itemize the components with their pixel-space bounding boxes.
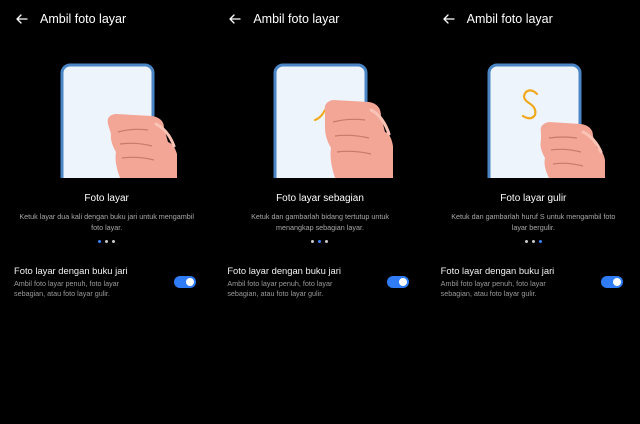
page-dot-3[interactable]	[325, 240, 329, 243]
screen-partial-screenshot: Ambil foto layar Foto layar sebagian Ket…	[213, 0, 426, 424]
card-title: Foto layar sebagian	[276, 193, 364, 204]
page-title: Ambil foto layar	[40, 12, 127, 26]
knuckle-hand	[540, 122, 605, 178]
page-dot-2[interactable]	[318, 240, 322, 243]
card-description: Ketuk dan gambarlah bidang tertutup untu…	[251, 212, 389, 232]
setting-title: Foto layar dengan buku jari	[227, 265, 341, 276]
gesture-illustration	[56, 58, 180, 178]
screen-scrolling-screenshot: Ambil foto layar Foto layar gulir Ketuk …	[427, 0, 640, 424]
page-indicator	[427, 240, 640, 243]
page-indicator	[213, 240, 426, 243]
screen-full-screenshot: Ambil foto layar Foto layar Ketuk layar …	[0, 0, 213, 424]
gesture-illustration	[269, 58, 394, 178]
screens-row: Ambil foto layar Foto layar Ketuk layar …	[0, 0, 640, 424]
page-dot-1[interactable]	[524, 240, 528, 243]
arrow-left-icon	[16, 14, 28, 24]
page-indicator	[0, 240, 213, 243]
page-title: Ambil foto layar	[253, 12, 340, 26]
card-description: Ketuk layar dua kali dengan buku jari un…	[19, 212, 194, 232]
setting-description: Ambil foto layar penuh, foto layar sebag…	[440, 279, 546, 298]
app-bar: Ambil foto layar	[441, 9, 634, 29]
toggle-knob	[399, 278, 408, 286]
arrow-left-icon	[443, 14, 455, 24]
knuckle-hand	[107, 114, 177, 178]
gesture-illustration	[483, 58, 607, 178]
setting-title: Foto layar dengan buku jari	[440, 265, 555, 276]
knuckle-screenshot-toggle[interactable]	[600, 276, 623, 288]
page-dot-2[interactable]	[105, 240, 109, 243]
page-dot-3[interactable]	[112, 240, 116, 243]
page-dot-1[interactable]	[311, 240, 315, 243]
card-title: Foto layar	[84, 193, 129, 204]
card-title: Foto layar gulir	[500, 193, 567, 204]
setting-description: Ambil foto layar penuh, foto layar sebag…	[227, 279, 333, 298]
page-title: Ambil foto layar	[466, 12, 553, 26]
app-bar: Ambil foto layar	[227, 9, 420, 29]
toggle-knob	[186, 278, 194, 286]
knuckle-screenshot-toggle[interactable]	[174, 276, 196, 288]
page-dot-2[interactable]	[531, 240, 535, 243]
knuckle-hand	[324, 100, 394, 178]
back-button[interactable]	[227, 11, 243, 27]
arrow-left-icon	[229, 14, 241, 24]
back-button[interactable]	[14, 11, 30, 27]
back-button[interactable]	[441, 11, 457, 27]
page-dot-3[interactable]	[538, 240, 542, 243]
setting-description: Ambil foto layar penuh, foto layar sebag…	[14, 279, 120, 298]
knuckle-screenshot-toggle[interactable]	[387, 276, 410, 288]
setting-title: Foto layar dengan buku jari	[14, 265, 128, 276]
card-description: Ketuk dan gambarlah huruf S untuk mengam…	[451, 212, 616, 232]
toggle-knob	[612, 278, 621, 286]
page-dot-1[interactable]	[98, 240, 102, 243]
app-bar: Ambil foto layar	[14, 9, 207, 29]
